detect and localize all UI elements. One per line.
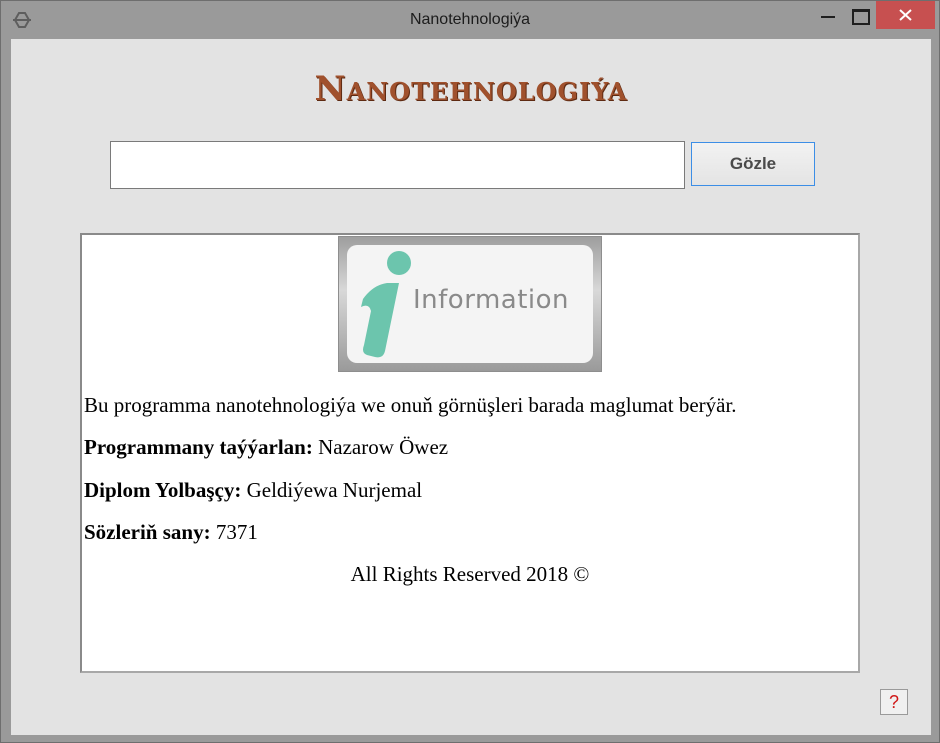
author-label: Programmany taýýarlan: bbox=[84, 435, 313, 459]
author-line: Programmany taýýarlan: Nazarow Öwez bbox=[84, 435, 448, 460]
close-button[interactable] bbox=[876, 1, 935, 29]
copyright-text: All Rights Reserved 2018 © bbox=[82, 562, 858, 587]
minimize-button[interactable] bbox=[811, 1, 845, 29]
copyright-value: All Rights Reserved 2018 © bbox=[350, 562, 590, 586]
word-count-line: Sözleriň sany: 7371 bbox=[84, 520, 258, 545]
author-value: Nazarow Öwez bbox=[312, 435, 449, 459]
supervisor-label: Diplom Yolbaşçy: bbox=[84, 478, 242, 502]
information-label: Information bbox=[413, 285, 570, 315]
word-count-value: 7371 bbox=[210, 520, 258, 544]
title-bar[interactable]: Nanotehnologiýa bbox=[1, 1, 939, 39]
maximize-button[interactable] bbox=[845, 1, 873, 29]
search-input[interactable] bbox=[110, 141, 685, 189]
search-button[interactable]: Gözle bbox=[691, 142, 815, 186]
information-banner: Information bbox=[338, 236, 602, 372]
information-banner-inner: Information bbox=[347, 245, 593, 363]
description-value: Bu programma nanotehnologiýa we onuň gör… bbox=[84, 393, 737, 417]
app-window: Nanotehnologiýa Nanotehnologiýa Gözle In… bbox=[0, 0, 940, 743]
description-text: Bu programma nanotehnologiýa we onuň gör… bbox=[84, 393, 737, 418]
window-title: Nanotehnologiýa bbox=[409, 11, 531, 28]
info-panel: Information Bu programma nanotehnologiýa… bbox=[80, 233, 860, 673]
word-count-label: Sözleriň sany: bbox=[84, 520, 211, 544]
supervisor-line: Diplom Yolbaşçy: Geldiýewa Nurjemal bbox=[84, 478, 422, 503]
close-icon bbox=[899, 9, 912, 21]
supervisor-value: Geldiýewa Nurjemal bbox=[241, 478, 423, 502]
help-button[interactable]: ? bbox=[880, 689, 908, 715]
page-title: Nanotehnologiýa bbox=[314, 69, 628, 109]
information-i-icon bbox=[361, 251, 411, 358]
main-panel: Nanotehnologiýa Gözle Information Bu pro… bbox=[11, 39, 931, 735]
